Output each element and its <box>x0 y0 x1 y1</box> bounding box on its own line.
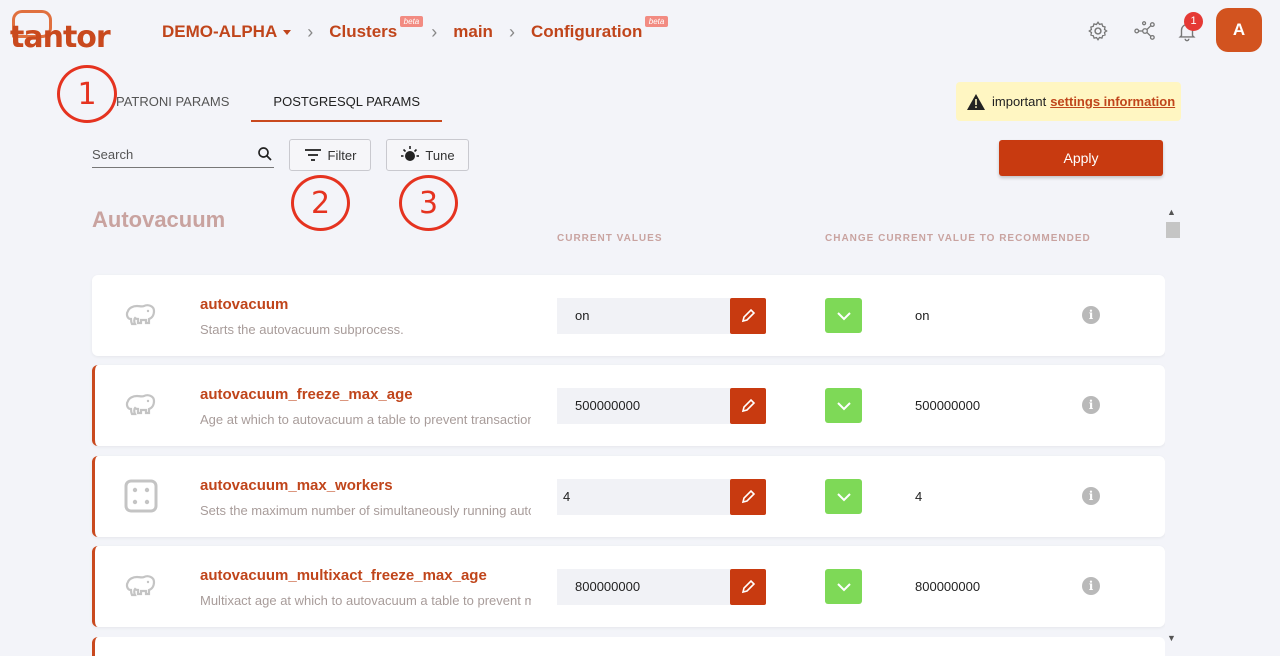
scrollbar[interactable] <box>1165 207 1181 648</box>
recommended-value: 4 <box>915 489 923 504</box>
apply-button[interactable]: Apply <box>999 140 1163 176</box>
chevron-down-icon <box>283 30 292 36</box>
search-input[interactable] <box>92 143 242 165</box>
annotation-marker: 3 <box>399 175 458 231</box>
param-row: autovacuum_freeze_max_age Age at which t… <box>92 365 1165 446</box>
info-icon[interactable]: i <box>1082 487 1100 505</box>
info-icon[interactable]: i <box>1082 306 1100 324</box>
info-icon[interactable]: i <box>1082 396 1100 414</box>
recommended-value: 500000000 <box>915 398 981 413</box>
scroll-up-icon[interactable]: ▲ <box>1167 207 1176 217</box>
settings-information-link[interactable]: settings information <box>1050 94 1175 109</box>
chevron-right-icon: › <box>307 21 314 42</box>
breadcrumb-project[interactable]: DEMO-ALPHA <box>162 22 292 42</box>
scroll-down-icon[interactable]: ▼ <box>1167 633 1176 643</box>
param-name: autovacuum_multixact_freeze_max_age <box>200 567 487 584</box>
param-row: autovacuum_multixact_freeze_max_age Mult… <box>92 546 1165 627</box>
annotation-marker: 2 <box>291 175 350 231</box>
current-value-field[interactable]: 4 <box>557 479 731 515</box>
tune-button[interactable]: Tune <box>386 139 469 171</box>
apply-recommended-button[interactable] <box>825 569 862 604</box>
recommended-value: on <box>915 308 930 323</box>
chevron-down-icon <box>836 401 851 410</box>
breadcrumb-cluster[interactable]: main <box>453 22 493 42</box>
param-description: Starts the autovacuum subprocess. <box>200 322 404 337</box>
pencil-icon <box>741 489 756 504</box>
notice-text: important <box>992 94 1047 109</box>
breadcrumb-configuration: Configuration beta <box>531 16 669 42</box>
param-description: Age at which to autovacuum a table to pr… <box>200 412 531 427</box>
avatar[interactable]: A <box>1216 8 1262 52</box>
chevron-down-icon <box>836 582 851 591</box>
scrollbar-thumb[interactable] <box>1166 222 1180 238</box>
annotation-marker: 1 <box>57 65 117 123</box>
current-value-field[interactable]: 800000000 <box>557 569 731 605</box>
tune-label: Tune <box>425 147 455 163</box>
column-header-recommended: CHANGE CURRENT VALUE TO RECOMMENDED <box>825 233 1091 244</box>
edit-button[interactable] <box>730 479 766 515</box>
current-value-field[interactable]: on <box>557 298 731 334</box>
param-name: autovacuum_max_workers <box>200 477 393 494</box>
pencil-icon <box>741 398 756 413</box>
edit-button[interactable] <box>730 388 766 424</box>
chevron-down-icon <box>836 311 851 320</box>
edit-button[interactable] <box>730 569 766 605</box>
param-row: autovacuum Starts the autovacuum subproc… <box>92 275 1165 356</box>
apply-recommended-button[interactable] <box>825 479 862 514</box>
pencil-icon <box>741 579 756 594</box>
beta-badge: beta <box>399 16 424 27</box>
param-description: Multixact age at which to autovacuum a t… <box>200 593 531 608</box>
param-row <box>92 637 1165 656</box>
chevron-down-icon <box>836 492 851 501</box>
apply-recommended-button[interactable] <box>825 298 862 333</box>
column-header-current: CURRENT VALUES <box>557 233 663 244</box>
elephant-icon <box>125 304 156 326</box>
recommended-value: 800000000 <box>915 579 981 594</box>
filter-button[interactable]: Filter <box>289 139 371 171</box>
info-icon[interactable]: i <box>1082 577 1100 595</box>
pencil-icon <box>741 308 756 323</box>
warning-icon <box>967 93 985 110</box>
section-title: Autovacuum <box>92 207 226 232</box>
chevron-right-icon: › <box>508 21 515 42</box>
elephant-icon <box>125 394 156 416</box>
filter-label: Filter <box>327 147 357 163</box>
breadcrumb: DEMO-ALPHA › Clusters beta › main › Confi… <box>162 16 669 44</box>
breadcrumb-clusters[interactable]: Clusters beta <box>329 16 424 42</box>
search-box <box>92 143 274 168</box>
edit-button[interactable] <box>730 298 766 334</box>
param-description: Sets the maximum number of simultaneousl… <box>200 503 531 518</box>
param-tabs: PATRONI PARAMS POSTGRESQL PARAMS <box>92 80 443 122</box>
current-value-field[interactable]: 500000000 <box>557 388 731 424</box>
tab-postgresql-params[interactable]: POSTGRESQL PARAMS <box>251 80 443 122</box>
param-name: autovacuum <box>200 296 289 313</box>
gear-icon[interactable] <box>1087 20 1109 42</box>
notification-badge: 1 <box>1184 12 1203 31</box>
elephant-icon <box>125 575 156 597</box>
filter-icon <box>304 149 321 161</box>
apply-recommended-button[interactable] <box>825 388 862 423</box>
param-row: autovacuum_max_workers Sets the maximum … <box>92 456 1165 537</box>
top-bar: tantor DEMO-ALPHA › Clusters beta › main … <box>0 0 1280 66</box>
settings-notice: important settings information <box>956 82 1181 121</box>
chevron-right-icon: › <box>431 21 438 42</box>
network-icon[interactable] <box>1134 20 1156 42</box>
param-name: autovacuum_freeze_max_age <box>200 386 413 403</box>
tune-icon <box>401 146 420 161</box>
beta-badge: beta <box>644 16 669 27</box>
tantor-logo[interactable]: tantor <box>10 10 111 55</box>
search-icon[interactable] <box>256 145 274 163</box>
server-icon <box>124 479 158 513</box>
